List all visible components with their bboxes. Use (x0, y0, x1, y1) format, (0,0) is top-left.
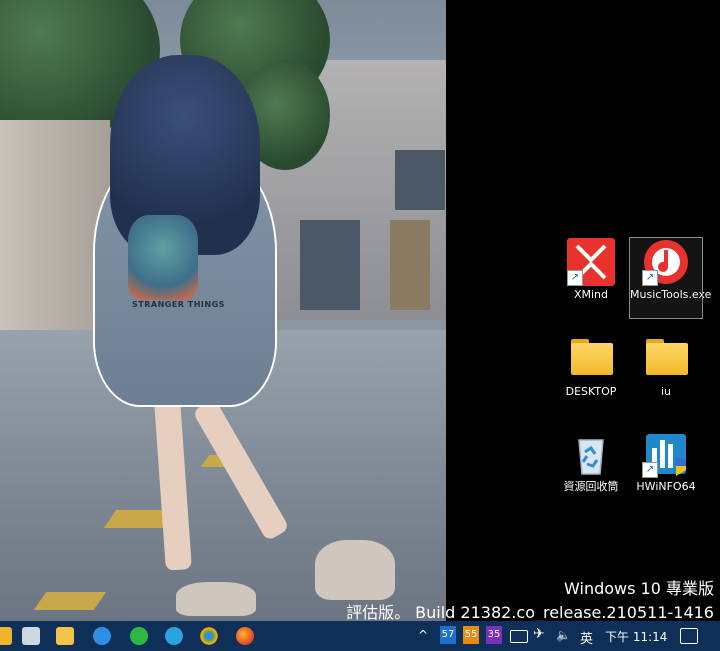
wallpaper-window (395, 150, 445, 210)
tray-badge-orange[interactable]: 55 (463, 626, 479, 644)
wechat-icon[interactable] (130, 627, 148, 645)
wallpaper-print (128, 215, 198, 300)
desktop: STRANGER THINGS ↗ XMind ↗ MusicTools.exe (0, 0, 720, 622)
volume-icon[interactable]: 🔈 (556, 628, 571, 642)
windows-build-watermark: 評估版。 Build 21382.co_release.210511-1416 (346, 603, 714, 622)
file-explorer-icon[interactable] (56, 627, 74, 645)
folder-body (571, 343, 613, 375)
wallpaper-print-text: STRANGER THINGS (132, 300, 225, 309)
desktop-icon-xmind[interactable]: ↗ XMind (555, 238, 627, 302)
taskbar: ^ 57 55 35 ✈ 🔈 英 下午 11:14 (0, 621, 720, 651)
wallpaper-window (300, 220, 360, 310)
road-stripe (33, 592, 107, 610)
music-icon: ↗ (642, 238, 690, 286)
shortcut-arrow-icon: ↗ (642, 270, 658, 286)
desktop-icon-musictools[interactable]: ↗ MusicTools.exe (629, 237, 712, 319)
start-icon[interactable] (0, 627, 12, 645)
desktop-icon-recycle-bin[interactable]: 資源回收筒 (555, 430, 627, 494)
desktop-icon-label: XMind (573, 288, 609, 301)
ime-indicator[interactable]: 英 (580, 628, 593, 647)
desktop-icon-iu-folder[interactable]: iu (630, 335, 702, 399)
desktop-icon-desktop-folder[interactable]: DESKTOP (555, 335, 627, 399)
wallpaper-shoe (315, 540, 395, 600)
hwinfo-icon: ↗ (642, 430, 690, 478)
battery-icon[interactable] (510, 630, 528, 643)
recycle-bin-icon (567, 430, 615, 478)
tray-overflow-chevron[interactable]: ^ (418, 628, 428, 642)
shortcut-arrow-icon: ↗ (642, 462, 658, 478)
wallpaper-shoe (176, 582, 256, 616)
clock[interactable]: 下午 11:14 (605, 628, 667, 645)
wallpaper: STRANGER THINGS (0, 0, 446, 621)
desktop-icon-label: 資源回收筒 (563, 480, 619, 493)
chrome-icon[interactable] (200, 627, 218, 645)
desktop-icon-label: MusicTools.exe (630, 288, 712, 301)
desktop-icon-hwinfo[interactable]: ↗ HWiNFO64 (630, 430, 702, 494)
tray-badge-purple[interactable]: 35 (486, 626, 502, 644)
desktop-icon-label: DESKTOP (565, 385, 617, 398)
tray-badge-blue[interactable]: 57 (440, 626, 456, 644)
task-view-icon[interactable] (22, 627, 40, 645)
airplane-icon[interactable]: ✈ (533, 626, 545, 642)
folder-icon (642, 335, 690, 383)
windows-edition-watermark: Windows 10 專業版 (564, 579, 714, 598)
folder-icon (567, 335, 615, 383)
xmind-icon: ↗ (567, 238, 615, 286)
wallpaper-window (390, 220, 430, 310)
notification-center-icon[interactable] (680, 628, 698, 644)
cloud-app-icon[interactable] (93, 627, 111, 645)
shortcut-arrow-icon: ↗ (567, 270, 583, 286)
folder-body (646, 343, 688, 375)
desktop-icon-label: HWiNFO64 (636, 480, 696, 493)
desktop-icon-label: iu (660, 385, 672, 398)
telegram-icon[interactable] (165, 627, 183, 645)
firefox-icon[interactable] (236, 627, 254, 645)
